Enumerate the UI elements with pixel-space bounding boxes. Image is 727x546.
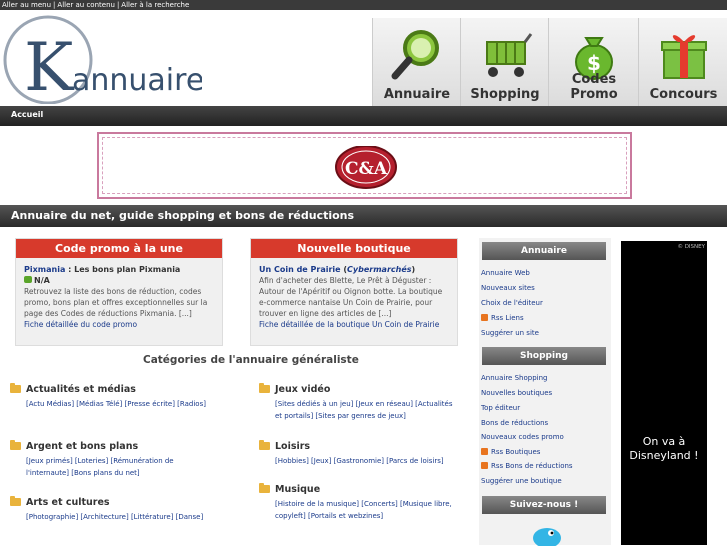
twitter-bird-icon[interactable]: [529, 522, 565, 546]
category-name[interactable]: Argent et bons plans: [10, 440, 206, 452]
category-links[interactable]: [Photographie] [Architecture] [Littératu…: [10, 511, 206, 523]
category-name[interactable]: Musique: [259, 483, 455, 495]
sidebar-link-rss[interactable]: Rss Boutiques: [481, 448, 540, 456]
promo-title: Pixmania : Les bons plan Pixmania: [24, 264, 214, 275]
sidebar-link[interactable]: Suggérer un site: [481, 329, 539, 337]
category-item: Argent et bons plans [Jeux primés] [Lote…: [10, 440, 206, 479]
sidebar-link[interactable]: Top éditeur: [481, 404, 520, 412]
brand-logo: C&A: [335, 146, 397, 189]
category-links[interactable]: [Sites dédiés à un jeu] [Jeux en réseau]…: [259, 398, 455, 422]
category-item: Arts et cultures [Photographie] [Archite…: [10, 496, 206, 523]
ad-text: On va à Disneyland !: [629, 435, 699, 462]
promo-description: Retrouvez la liste des bons de réduction…: [24, 287, 208, 318]
skip-to-search-link[interactable]: Aller à la recherche: [119, 1, 191, 9]
folder-icon: [10, 383, 21, 393]
breadcrumb-home-link[interactable]: Accueil: [11, 110, 43, 119]
sidebar-link[interactable]: Annuaire Web: [481, 269, 530, 277]
promo-box-body: Pixmania : Les bons plan Pixmania N/A Re…: [16, 258, 222, 336]
ad-tag: © DISNEY: [677, 244, 705, 250]
sidebar: Annuaire Annuaire Web Nouveaux sites Cho…: [479, 238, 611, 546]
nav-shopping-label: Shopping: [470, 87, 540, 102]
promo-merchant-link[interactable]: Pixmania: [24, 265, 65, 274]
new-shop-box-body: Un Coin de Prairie (Cybermarchés) Afin d…: [251, 258, 457, 336]
page-title: Annuaire du net, guide shopping et bons …: [11, 209, 355, 222]
category-links[interactable]: [Histoire de la musique] [Concerts] [Mus…: [259, 498, 455, 522]
skip-to-content-link[interactable]: Aller au contenu: [55, 1, 117, 9]
nav-concours[interactable]: Concours: [638, 18, 727, 106]
category-links[interactable]: [Hobbies] [Jeux] [Gastronomie] [Parcs de…: [259, 455, 455, 467]
promo-more-link[interactable]: Fiche détaillée du code promo: [24, 320, 137, 329]
page-title-bar: Annuaire du net, guide shopping et bons …: [0, 205, 727, 227]
nav-concours-label: Concours: [649, 87, 718, 102]
shop-description: Afin d'acheter des Blette, Le Prêt à Dég…: [259, 276, 443, 318]
promo-box-header: Code promo à la une: [16, 239, 222, 258]
sidebar-link[interactable]: Bons de réductions: [481, 419, 548, 427]
nav-codes-promo-label: Codes Promo: [570, 72, 618, 102]
category-item: Musique [Histoire de la musique] [Concer…: [259, 483, 455, 522]
nav-shopping[interactable]: Shopping: [460, 18, 549, 106]
category-links[interactable]: [Jeux primés] [Loteries] [Rémunération d…: [10, 455, 206, 479]
promo-rating: N/A: [24, 275, 214, 286]
sidebar-link[interactable]: Nouveaux sites: [481, 284, 535, 292]
category-item: Loisirs [Hobbies] [Jeux] [Gastronomie] […: [259, 440, 455, 467]
shop-more-link[interactable]: Fiche détaillée de la boutique Un Coin d…: [259, 320, 439, 329]
folder-icon: [10, 440, 21, 450]
sidebar-link-rss[interactable]: Rss Bons de réductions: [481, 462, 573, 470]
shop-category-link[interactable]: Cybermarchés: [347, 265, 412, 274]
shopping-cart-icon: [486, 33, 533, 77]
nav-annuaire-label: Annuaire: [383, 87, 451, 102]
sidebar-link[interactable]: Nouvelles boutiques: [481, 389, 552, 397]
sidebar-link-rss[interactable]: Rss Liens: [481, 314, 524, 322]
category-name[interactable]: Jeux vidéo: [259, 383, 455, 395]
shop-link[interactable]: Un Coin de Prairie: [259, 265, 341, 274]
category-name[interactable]: Loisirs: [259, 440, 455, 452]
category-item: Actualités et médias [Actu Médias] [Médi…: [10, 383, 206, 410]
rss-icon: [481, 462, 488, 469]
categories-title: Catégories de l'annuaire généraliste: [143, 354, 359, 366]
promo-title-rest: : Les bons plan Pixmania: [65, 265, 181, 274]
logo-text: annuaire: [72, 63, 202, 98]
rss-icon: [481, 448, 488, 455]
promo-box: Code promo à la une Pixmania : Les bons …: [15, 238, 223, 346]
category-name[interactable]: Arts et cultures: [10, 496, 206, 508]
sidebar-link[interactable]: Annuaire Shopping: [481, 374, 547, 382]
sidebar-follow-header: Suivez-nous !: [482, 496, 606, 514]
site-logo[interactable]: K annuaire: [2, 12, 204, 106]
promo-rating-value: N/A: [34, 276, 50, 285]
shop-title: Un Coin de Prairie (Cybermarchés): [259, 265, 416, 274]
new-shop-box: Nouvelle boutique Un Coin de Prairie (Cy…: [250, 238, 458, 346]
sidebar-link[interactable]: Nouveaux codes promo: [481, 433, 564, 441]
sidebar-shopping-header: Shopping: [482, 347, 606, 365]
folder-icon: [259, 440, 270, 450]
tag-icon: [24, 276, 32, 283]
folder-icon: [259, 483, 270, 493]
sidebar-annuaire-header: Annuaire: [482, 242, 606, 260]
new-shop-box-header: Nouvelle boutique: [251, 239, 457, 258]
folder-icon: [10, 496, 21, 506]
sidebar-link[interactable]: Choix de l'éditeur: [481, 299, 543, 307]
gift-icon: [660, 35, 707, 79]
skip-to-menu-link[interactable]: Aller au menu: [0, 1, 53, 9]
category-item: Jeux vidéo [Sites dédiés à un jeu] [Jeux…: [259, 383, 455, 422]
skip-links-bar: Aller au menu | Aller au contenu | Aller à l…: [0, 0, 727, 10]
site-header: K annuaire Annuaire Shopping $ Codes Pro…: [0, 10, 727, 106]
magnifier-icon: [391, 30, 439, 80]
nav-codes-promo[interactable]: $ Codes Promo: [548, 18, 639, 106]
logo-letter: K: [24, 29, 75, 104]
sidebar-link[interactable]: Suggérer une boutique: [481, 477, 562, 485]
category-name[interactable]: Actualités et médias: [10, 383, 206, 395]
rss-icon: [481, 314, 488, 321]
banner-inner: C&A: [102, 137, 627, 194]
folder-icon: [259, 383, 270, 393]
nav-annuaire[interactable]: Annuaire: [372, 18, 461, 106]
banner-brand-text: C&A: [345, 159, 388, 179]
category-links[interactable]: [Actu Médias] [Médias Télé] [Presse écri…: [10, 398, 206, 410]
breadcrumb: Accueil: [0, 106, 727, 126]
ad-banner[interactable]: C&A: [97, 132, 632, 199]
side-ad[interactable]: © DISNEY On va à Disneyland !: [621, 241, 707, 545]
logo-graphic: K annuaire: [3, 15, 204, 106]
